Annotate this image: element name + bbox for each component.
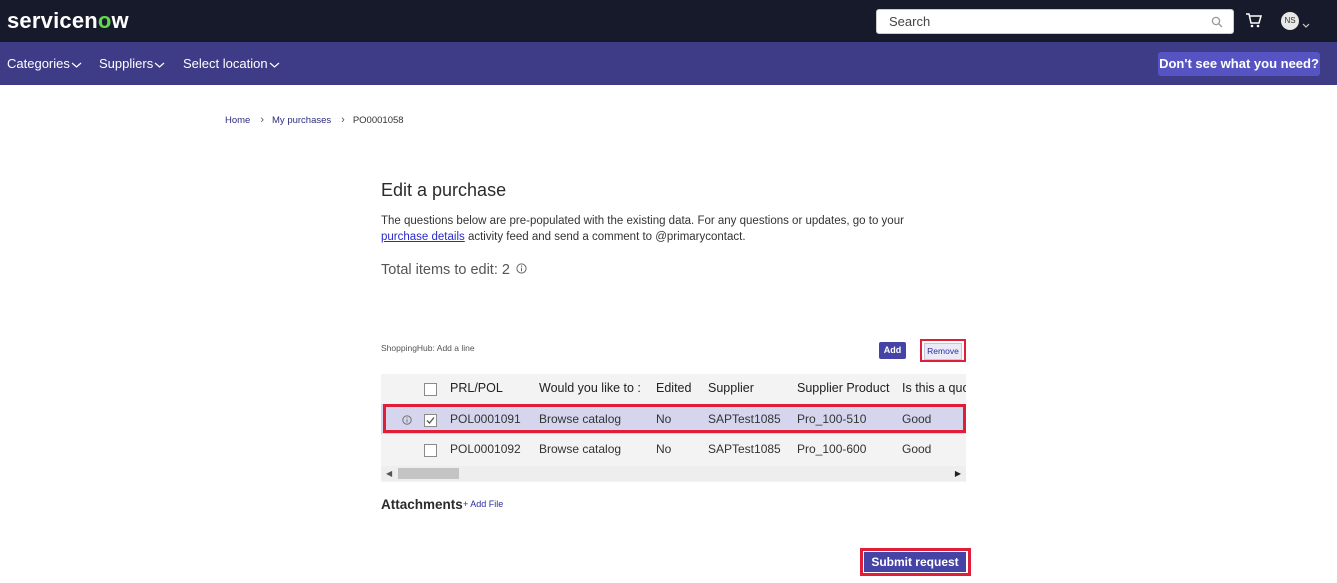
column-header-would-you-like[interactable]: Would you like to : (539, 381, 641, 395)
nav-suppliers-label: Suppliers (99, 56, 154, 71)
chevron-down-icon (154, 62, 165, 68)
column-header-is-this-a-quote[interactable]: Is this a quo (902, 381, 966, 395)
cell-quote: Good (902, 442, 932, 456)
column-header-supplier-product[interactable]: Supplier Product (797, 381, 889, 395)
search-icon[interactable] (1211, 15, 1223, 33)
row-checkbox[interactable] (424, 444, 437, 457)
scrollbar-thumb[interactable] (398, 468, 459, 479)
chevron-right-icon: › (341, 114, 345, 126)
breadcrumb: Home › My purchases › PO0001058 (225, 114, 404, 126)
nav-select-location[interactable]: Select location (183, 56, 280, 71)
cell-edited: No (656, 442, 672, 456)
breadcrumb-current: PO0001058 (352, 115, 404, 126)
shopping-hub-caption: ShoppingHub: Add a line (381, 343, 475, 353)
column-header-prl-pol[interactable]: PRL/POL (450, 381, 503, 395)
page-title: Edit a purchase (381, 180, 507, 200)
total-items-label: Total items to edit: 2 (381, 262, 510, 278)
nav-suppliers[interactable]: Suppliers (99, 56, 165, 71)
chevron-down-icon[interactable] (1302, 16, 1310, 34)
search-box[interactable] (876, 9, 1234, 34)
cell-action: Browse catalog (539, 442, 622, 456)
select-all-checkbox[interactable] (424, 383, 437, 396)
nav-categories-label: Categories (7, 56, 70, 71)
nav-categories[interactable]: Categories (7, 56, 82, 71)
remove-line-button[interactable]: Remove (924, 343, 962, 360)
cell-supplier-product: Pro_100-600 (797, 442, 867, 456)
cell-supplier: SAPTest1085 (708, 442, 781, 456)
top-bar: servicenow NS (0, 0, 1337, 42)
description-text-end: activity feed and send a comment to @pri… (464, 230, 746, 243)
remove-line-button-highlight: Remove (920, 339, 966, 362)
table-header-row: PRL/POL Would you like to : Edited Suppl… (381, 374, 966, 404)
column-header-edited[interactable]: Edited (656, 381, 691, 395)
chevron-down-icon (71, 62, 82, 68)
horizontal-scrollbar[interactable]: ◀ ▶ (381, 466, 966, 481)
submit-request-button[interactable]: Submit request (864, 552, 966, 572)
avatar[interactable]: NS (1281, 12, 1299, 30)
chevron-right-icon: › (260, 114, 265, 126)
search-input[interactable] (877, 10, 1189, 32)
page-description: The questions below are pre-populated wi… (381, 214, 941, 245)
add-file-link[interactable]: + Add File (463, 499, 503, 509)
purchase-details-link[interactable]: purchase details (381, 231, 465, 243)
breadcrumb-home[interactable]: Home (225, 115, 250, 126)
add-line-button[interactable]: Add (879, 342, 906, 359)
scroll-left-arrow-icon[interactable]: ◀ (386, 469, 392, 478)
description-text: The questions below are pre-populated wi… (381, 215, 904, 227)
scroll-right-arrow-icon[interactable]: ▶ (955, 469, 961, 478)
nav-location-label: Select location (183, 56, 268, 71)
table-row[interactable]: POL0001092 Browse catalog No SAPTest1085… (381, 434, 966, 464)
total-items: Total items to edit: 2 (381, 262, 527, 278)
chevron-down-icon (269, 62, 279, 68)
cart-icon[interactable] (1245, 12, 1262, 33)
breadcrumb-my-purchases[interactable]: My purchases (272, 115, 331, 126)
selected-row-highlight (383, 404, 966, 433)
dont-see-what-you-need-button[interactable]: Don't see what you need? (1158, 52, 1320, 76)
info-icon[interactable] (516, 262, 527, 278)
cell-prl-pol: POL0001092 (450, 442, 521, 456)
column-header-supplier[interactable]: Supplier (708, 381, 754, 395)
servicenow-logo[interactable]: servicenow (7, 8, 129, 34)
attachments-label: Attachments (381, 497, 463, 512)
